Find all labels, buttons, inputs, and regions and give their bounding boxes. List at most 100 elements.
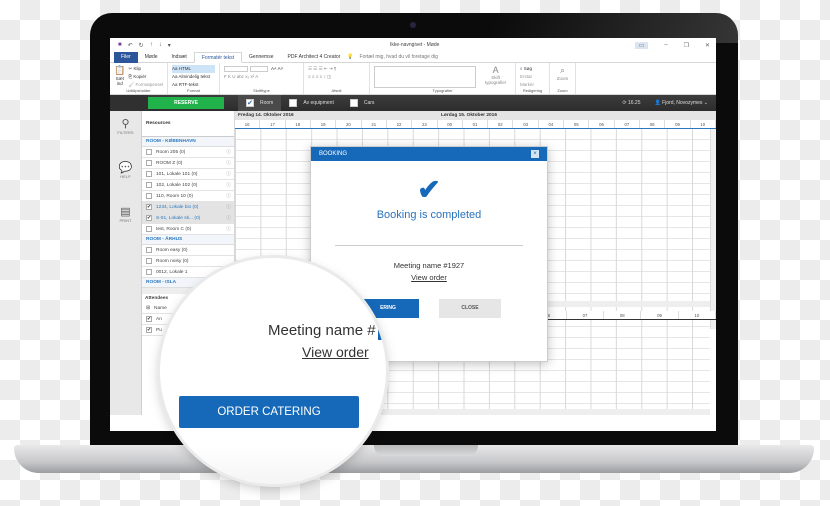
resource-item[interactable]: ROOM Z (0) ⓘ [142, 158, 234, 169]
customize-icon[interactable]: ▾ [168, 42, 171, 49]
refresh-button[interactable]: ⟳ 16.25 [622, 100, 640, 106]
sidebar-item-filters[interactable]: ⚲ FILTERS [110, 111, 141, 155]
find-button[interactable]: ⌕ Søg [520, 65, 545, 73]
redo-icon[interactable]: ↻ [139, 42, 144, 49]
checkbox[interactable] [146, 247, 152, 253]
group-label: Skrifttype [253, 88, 270, 93]
hour-label: 21 [362, 120, 387, 128]
modal-title: BOOKING [319, 151, 348, 157]
resource-item[interactable]: test, Room C (0) ⓘ [142, 224, 234, 235]
filter-room[interactable]: ✔ Room [238, 95, 282, 111]
checkbox[interactable] [146, 171, 152, 177]
add-attendee-icon[interactable]: ⊞ [146, 303, 150, 314]
checkbox-checked[interactable]: ✔ [146, 316, 152, 322]
checkbox[interactable] [146, 258, 152, 264]
checkbox[interactable] [146, 160, 152, 166]
group-format: Aa HTML Aa Almindelig tekst Aa RTF-tekst… [168, 63, 220, 94]
magnified-order-catering-button[interactable]: ORDER CATERING [179, 396, 359, 428]
group-label: Zoom [557, 88, 568, 93]
replace-button[interactable]: Erstat [520, 73, 545, 81]
close-button[interactable]: CLOSE [439, 299, 501, 318]
info-icon[interactable]: ⓘ [226, 180, 231, 191]
resource-group[interactable]: ROOM - ÅRHUS [142, 235, 234, 245]
tab-mode[interactable]: Møde [138, 52, 165, 63]
reserve-button[interactable]: RESERVE [148, 97, 224, 109]
resource-item[interactable]: Room easy (0) [142, 245, 234, 256]
up-icon[interactable]: ↑ [150, 42, 153, 49]
tab-gennemse[interactable]: Gennemse [242, 52, 280, 63]
checkbox[interactable] [349, 99, 358, 107]
day-label: Lørdag 15. Oktober 2016 [441, 113, 497, 118]
resource-item[interactable]: ✔ 1234, Lokale bio (0) ⓘ [142, 202, 234, 213]
scissors-icon: ✂ [128, 66, 133, 71]
close-icon[interactable]: × [531, 150, 539, 158]
resource-item[interactable]: 110, Room 10 (0) ⓘ [142, 191, 234, 202]
tab-pdf-architect[interactable]: PDF Architect 4 Creator [281, 52, 348, 63]
checkbox[interactable] [146, 193, 152, 199]
tell-me-input[interactable]: Fortæl mig, hvad du vil foretage dig [360, 54, 438, 60]
resource-item[interactable]: 101, Lokale 101 (0) ⓘ [142, 169, 234, 180]
zoom-button[interactable]: ⌕ Zoom [554, 65, 571, 81]
group-styles: A Skift typografier Typografier [370, 63, 516, 94]
tab-filer[interactable]: Filer [114, 51, 138, 63]
resource-item[interactable]: ✔ S-01, Lokale sti... (0) ⓘ [142, 213, 234, 224]
font-size-select[interactable] [250, 65, 268, 72]
checkbox[interactable] [146, 269, 152, 275]
cut-button[interactable]: ✂ Klip [129, 65, 164, 73]
resource-item[interactable]: 102, Lokale 102 (0) ⓘ [142, 180, 234, 191]
magnified-meeting-name: Meeting name # [268, 322, 376, 339]
paste-button[interactable]: 📋 Sæt ind [114, 65, 126, 89]
vertical-scrollbar[interactable] [710, 129, 716, 329]
checkbox[interactable] [289, 99, 298, 107]
checkbox[interactable] [146, 182, 152, 188]
sidebar-item-help[interactable]: 💬 HELP [110, 155, 141, 199]
resource-item[interactable]: Room noisy (0) [142, 256, 234, 267]
checkbox[interactable] [146, 149, 152, 155]
checkbox-checked[interactable]: ✔ [146, 204, 152, 210]
ribbon-display-icon[interactable]: ▭ [634, 41, 649, 49]
hour-label: 09 [641, 311, 679, 319]
filter-av-equipment[interactable]: Av equipment [281, 95, 341, 111]
restore-icon[interactable]: ❐ [684, 42, 689, 49]
magnified-view-order-link[interactable]: View order [302, 344, 369, 360]
view-order-link[interactable]: View order [311, 273, 547, 282]
user-menu[interactable]: 👤 Fjord, Novozymes ⌄ [654, 100, 708, 106]
info-icon[interactable]: ⓘ [226, 224, 231, 235]
save-icon[interactable]: ■ [118, 42, 122, 49]
order-catering-peek [378, 320, 386, 340]
format-html-button[interactable]: Aa HTML [172, 65, 215, 73]
resource-group[interactable]: ROOM - KØBENHAVN [142, 137, 234, 147]
format-plain-button[interactable]: Aa Almindelig tekst [172, 73, 215, 81]
checkbox[interactable] [146, 226, 152, 232]
info-icon[interactable]: ⓘ [226, 147, 231, 158]
close-icon[interactable]: ✕ [705, 42, 710, 49]
sidebar-item-print[interactable]: ▤ PRINT [110, 199, 141, 243]
brush-icon: 🖌 [128, 82, 135, 87]
group-font: A˄ A˅ F K U abc x₂ x² A Skrifttype [220, 63, 304, 94]
font-name-select[interactable] [224, 65, 248, 72]
hour-label: 02 [488, 120, 514, 128]
filter-icon: ⚲ [121, 118, 130, 130]
undo-icon[interactable]: ↶ [128, 42, 133, 49]
group-label: Format [187, 88, 200, 93]
tab-formater-tekst[interactable]: Formatér tekst [193, 51, 243, 63]
down-icon[interactable]: ↓ [159, 42, 162, 49]
info-icon[interactable]: ⓘ [226, 202, 231, 213]
checkbox-checked[interactable]: ✔ [146, 215, 152, 221]
styles-gallery[interactable] [374, 66, 477, 88]
minimize-icon[interactable]: – [664, 42, 667, 49]
day-label: Fredag 14. Oktober 2016 [238, 113, 294, 118]
quick-access-toolbar: ■ ↶ ↻ ↑ ↓ ▾ [118, 42, 171, 49]
tab-indsaet[interactable]: Indsæt [165, 52, 194, 63]
checkbox-checked[interactable]: ✔ [146, 327, 152, 333]
info-icon[interactable]: ⓘ [226, 191, 231, 202]
left-sidebar: ⚲ FILTERS 💬 HELP ▤ PRINT [110, 111, 142, 415]
resource-item[interactable]: Room 205 (0) ⓘ [142, 147, 234, 158]
copy-button[interactable]: ⎘ Kopiér [129, 73, 164, 81]
chevron-down-icon: ⌄ [703, 100, 708, 106]
info-icon[interactable]: ⓘ [226, 169, 231, 180]
checkbox-checked[interactable]: ✔ [246, 99, 254, 107]
info-icon[interactable]: ⓘ [226, 158, 231, 169]
filter-cars[interactable]: Cars [342, 95, 383, 111]
info-icon[interactable]: ⓘ [226, 213, 231, 224]
